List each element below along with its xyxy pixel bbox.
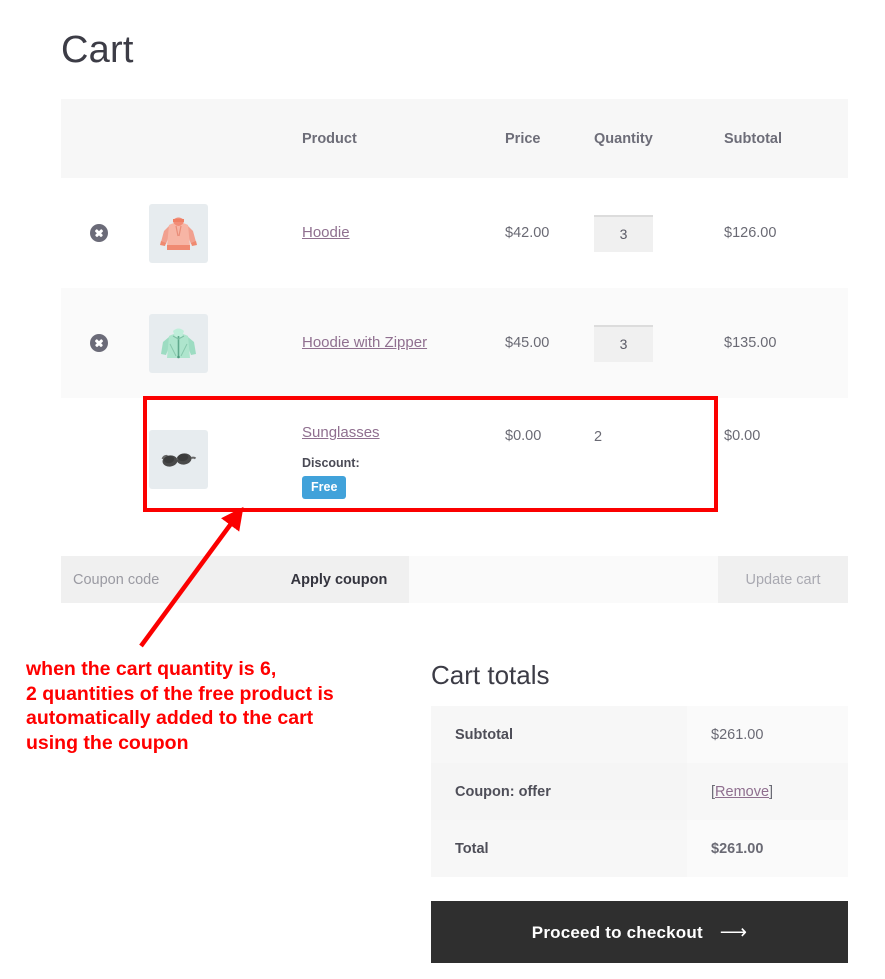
totals-value-total: $261.00 (687, 820, 848, 877)
product-cell: Hoodie with Zipper (302, 288, 505, 398)
column-header-subtotal: Subtotal (724, 130, 782, 147)
coupon-spacer (409, 556, 718, 603)
thumbnail-cell (149, 288, 302, 398)
quantity-stepper[interactable]: 3 (594, 214, 653, 252)
table-row: Total $261.00 (431, 820, 848, 877)
totals-label-coupon: Coupon: offer (431, 763, 687, 820)
page-title: Cart (61, 29, 134, 71)
column-header-quantity: Quantity (594, 130, 653, 147)
table-row: Hoodie $42.00 3 $126.00 (61, 178, 848, 288)
price-cell: $42.00 (505, 225, 550, 241)
update-cart-button[interactable]: Update cart (718, 556, 848, 603)
thumbnail-cell (149, 398, 302, 520)
bracket-close: ] (769, 783, 774, 800)
product-link[interactable]: Hoodie (302, 224, 350, 241)
totals-label-total: Total (431, 820, 687, 877)
price-cell: $45.00 (505, 335, 550, 351)
remove-cell (61, 178, 149, 288)
cart-totals-title: Cart totals (431, 660, 550, 690)
column-header-product: Product (302, 130, 357, 147)
hoodie-thumbnail[interactable] (149, 203, 208, 263)
remove-circle-x-icon[interactable] (90, 334, 108, 352)
subtotal-cell: $135.00 (724, 335, 777, 351)
quantity-cell: 3 (594, 288, 724, 398)
subtotal-cell: $0.00 (724, 428, 761, 444)
product-cell: Hoodie (302, 178, 505, 288)
annotation-text: when the cart quantity is 6, 2 quantitie… (26, 658, 334, 754)
table-row: Coupon: offer [Remove] (431, 763, 848, 820)
proceed-to-checkout-button[interactable]: Proceed to checkout ⟶ (431, 901, 848, 963)
discount-label: Discount: (302, 456, 360, 470)
hoodie-with-zipper-thumbnail[interactable] (149, 313, 208, 373)
coupon-row: Apply coupon Update cart (61, 556, 848, 603)
totals-value-subtotal: $261.00 (687, 706, 848, 763)
table-row: Subtotal $261.00 (431, 706, 848, 763)
checkout-label: Proceed to checkout (531, 922, 703, 942)
remove-coupon-link[interactable]: Remove (715, 784, 769, 800)
remove-cell (61, 398, 149, 520)
totals-label-subtotal: Subtotal (431, 706, 687, 763)
quantity-stepper[interactable]: 3 (594, 324, 653, 362)
coupon-code-input[interactable] (61, 556, 269, 603)
status-badge: Free (302, 476, 347, 499)
cart-totals-table: Subtotal $261.00 Coupon: offer [Remove] … (431, 706, 848, 877)
column-header-price: Price (505, 130, 541, 147)
product-link[interactable]: Sunglasses (302, 424, 380, 441)
table-row: Hoodie with Zipper $45.00 3 $135.00 (61, 288, 848, 398)
product-link[interactable]: Hoodie with Zipper (302, 334, 427, 351)
apply-coupon-button[interactable]: Apply coupon (269, 556, 409, 603)
table-row: Sunglasses Discount: Free $0.00 2 $0.00 (61, 398, 848, 520)
price-cell: $0.00 (505, 428, 542, 444)
cart-table-header-row: Product Price Quantity Subtotal (61, 99, 848, 178)
remove-circle-x-icon[interactable] (90, 224, 108, 242)
sunglasses-thumbnail[interactable] (149, 429, 208, 489)
column-header-thumbnail (149, 99, 302, 178)
thumbnail-cell (149, 178, 302, 288)
quantity-cell: 3 (594, 178, 724, 288)
quantity-cell: 2 (594, 398, 724, 520)
product-cell: Sunglasses Discount: Free (302, 398, 505, 520)
subtotal-cell: $126.00 (724, 225, 777, 241)
totals-value-coupon: [Remove] (687, 763, 848, 820)
column-header-remove (61, 99, 149, 178)
remove-cell (61, 288, 149, 398)
arrow-right-icon: ⟶ (719, 921, 748, 943)
cart-table: Product Price Quantity Subtotal Hoodie $… (61, 99, 848, 520)
quantity-value: 2 (594, 429, 603, 445)
